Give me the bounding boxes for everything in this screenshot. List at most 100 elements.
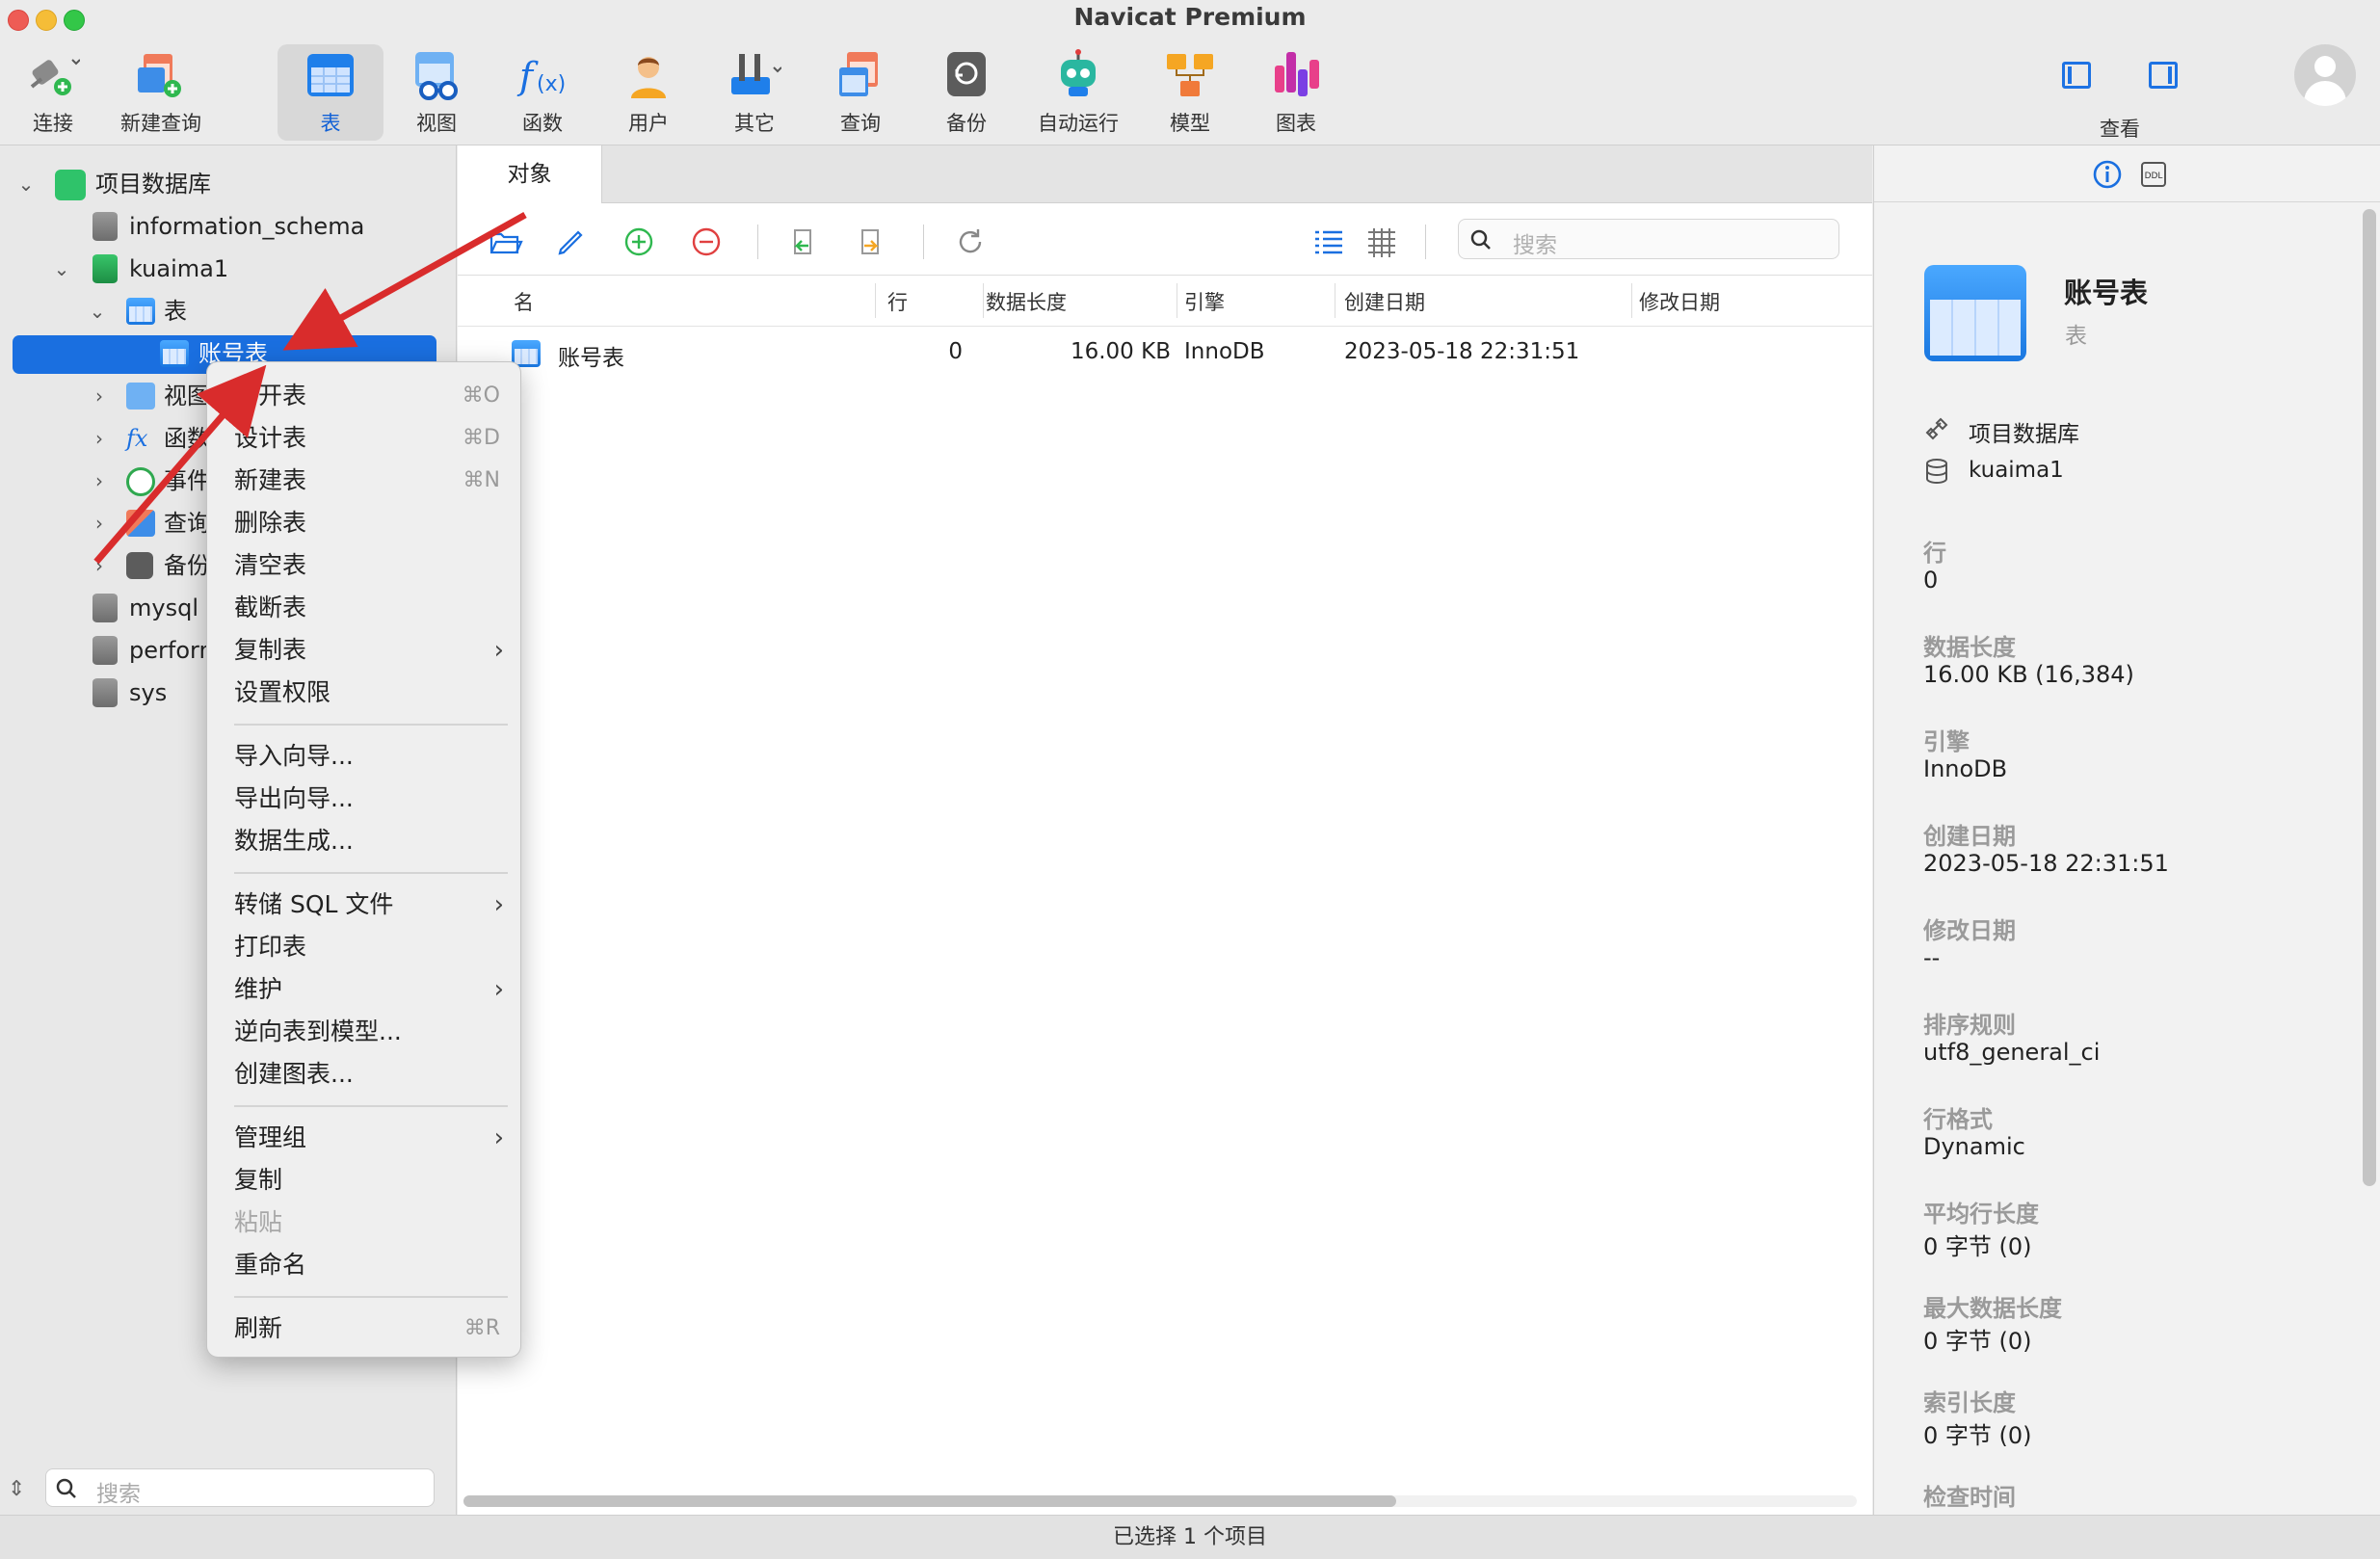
menu-label: 设置权限 xyxy=(234,678,331,706)
menu-set-permissions[interactable]: 设置权限 xyxy=(234,674,504,712)
tree-label: 表 xyxy=(164,298,187,325)
account-avatar[interactable] xyxy=(2294,44,2356,106)
vertical-scrollbar[interactable] xyxy=(2363,209,2376,1186)
tables-button[interactable]: 表 xyxy=(278,44,383,141)
col-header-data-length[interactable]: 数据长度 xyxy=(986,287,1067,316)
menu-reverse-to-model[interactable]: 逆向表到模型... xyxy=(234,1013,504,1051)
menu-new-table[interactable]: 新建表 ⌘N xyxy=(234,462,504,500)
menu-open-table[interactable]: 打开表 ⌘O xyxy=(234,377,504,415)
menu-design-table[interactable]: 设计表 ⌘D xyxy=(234,419,504,458)
column-divider[interactable] xyxy=(983,283,984,318)
connect-button[interactable]: 连接 xyxy=(0,44,106,141)
edit-pencil-icon[interactable] xyxy=(554,225,589,259)
toggle-sidebar-button[interactable] xyxy=(2062,62,2091,89)
menu-separator xyxy=(234,724,508,726)
chevron-right-icon[interactable]: › xyxy=(90,504,109,542)
info-title: 账号表 xyxy=(2064,277,2149,309)
filter-toggle-icon[interactable]: ⇕ xyxy=(8,1477,25,1501)
views-button[interactable]: 视图 xyxy=(383,44,489,141)
chevron-down-icon[interactable]: ⌄ xyxy=(16,165,36,203)
column-divider[interactable] xyxy=(1631,283,1632,318)
menu-paste: 粘贴 xyxy=(234,1203,504,1242)
import-icon[interactable] xyxy=(785,225,820,259)
grid-view-icon[interactable] xyxy=(1364,225,1399,259)
open-folder-icon[interactable] xyxy=(489,225,523,259)
menu-rename[interactable]: 重命名 xyxy=(234,1246,504,1284)
scrollbar-thumb[interactable] xyxy=(463,1495,1396,1507)
users-button[interactable]: 用户 xyxy=(595,44,701,141)
export-icon[interactable] xyxy=(853,225,887,259)
horizontal-scrollbar[interactable] xyxy=(463,1495,1857,1507)
model-button[interactable]: 模型 xyxy=(1137,44,1243,141)
functions-button[interactable]: f (x) 函数 xyxy=(489,44,595,141)
tree-label: sys xyxy=(129,679,168,706)
prop-value-created: 2023-05-18 22:31:51 xyxy=(1923,850,2169,877)
col-header-created[interactable]: 创建日期 xyxy=(1344,287,1425,316)
menu-label: 清空表 xyxy=(234,551,307,579)
view-icon xyxy=(126,383,155,410)
objects-search-placeholder: 搜索 xyxy=(1513,233,1557,258)
menu-empty-table[interactable]: 清空表 xyxy=(234,546,504,585)
menu-manage-group[interactable]: 管理组 › xyxy=(234,1119,504,1157)
backup-button[interactable]: 备份 xyxy=(913,44,1019,141)
chevron-right-icon[interactable]: › xyxy=(90,546,109,585)
menu-truncate-table[interactable]: 截断表 xyxy=(234,589,504,627)
toggle-info-panel-button[interactable] xyxy=(2149,62,2178,89)
queries-button[interactable]: 查询 xyxy=(807,44,913,141)
tab-objects[interactable]: 对象 xyxy=(458,145,602,204)
menu-create-chart[interactable]: 创建图表... xyxy=(234,1055,504,1094)
clock-icon xyxy=(126,467,155,496)
prop-value-rows: 0 xyxy=(1923,567,1939,594)
add-circle-icon[interactable] xyxy=(621,225,656,259)
others-button[interactable]: 其它 xyxy=(701,44,807,141)
new-query-button[interactable]: 新建查询 xyxy=(107,44,215,141)
automation-button[interactable]: 自动运行 xyxy=(1019,44,1137,141)
objects-search-input[interactable]: 搜索 xyxy=(1458,219,1839,259)
menu-refresh[interactable]: 刷新 ⌘R xyxy=(234,1309,504,1348)
menu-import-wizard[interactable]: 导入向导... xyxy=(234,737,504,776)
menu-export-wizard[interactable]: 导出向导... xyxy=(234,780,504,818)
chevron-down-icon[interactable]: ⌄ xyxy=(88,292,107,330)
prop-label-collation: 排序规则 xyxy=(1923,1012,2016,1039)
refresh-icon[interactable] xyxy=(953,225,988,259)
prop-value-row-format: Dynamic xyxy=(1923,1133,2025,1160)
ddl-icon[interactable]: DDL xyxy=(2138,159,2169,190)
chevron-down-icon[interactable]: ⌄ xyxy=(52,250,71,288)
menu-label: 转储 SQL 文件 xyxy=(234,890,394,918)
menu-dump-sql[interactable]: 转储 SQL 文件 › xyxy=(234,885,504,924)
col-header-modified[interactable]: 修改日期 xyxy=(1639,287,1720,316)
col-header-engine[interactable]: 引擎 xyxy=(1184,287,1225,316)
column-divider[interactable] xyxy=(875,283,876,318)
tree-db-kuaima1[interactable]: ⌄ kuaima1 xyxy=(0,250,453,288)
views-label: 视图 xyxy=(416,112,457,135)
menu-copy[interactable]: 复制 xyxy=(234,1161,504,1200)
menu-delete-table[interactable]: 删除表 xyxy=(234,504,504,542)
chevron-right-icon[interactable]: › xyxy=(90,377,109,415)
table-icon xyxy=(126,298,155,325)
user-icon xyxy=(631,57,666,98)
charts-button[interactable]: 图表 xyxy=(1243,44,1349,141)
sidebar-search-input[interactable]: 搜索 xyxy=(45,1468,435,1507)
tree-tables-group[interactable]: ⌄ 表 xyxy=(0,292,453,330)
remove-circle-icon[interactable] xyxy=(689,225,724,259)
chevron-right-icon: › xyxy=(493,890,504,919)
connection-icon xyxy=(55,170,86,200)
chevron-right-icon[interactable]: › xyxy=(90,419,109,458)
chevron-right-icon[interactable]: › xyxy=(90,462,109,500)
tools-icon xyxy=(731,54,781,94)
tab-bar: 对象 xyxy=(458,145,1872,204)
query-icon xyxy=(839,52,878,96)
info-icon[interactable] xyxy=(2092,159,2123,190)
menu-data-generation[interactable]: 数据生成... xyxy=(234,822,504,860)
list-view-icon[interactable] xyxy=(1311,225,1346,259)
menu-duplicate-table[interactable]: 复制表 › xyxy=(234,631,504,670)
tree-db-information-schema[interactable]: information_schema xyxy=(0,207,453,246)
col-header-rows[interactable]: 行 xyxy=(887,287,908,316)
new-query-icon xyxy=(138,54,181,97)
tree-connection[interactable]: ⌄ 项目数据库 xyxy=(0,165,453,203)
menu-maintain[interactable]: 维护 › xyxy=(234,970,504,1009)
col-header-name[interactable]: 名 xyxy=(514,287,534,316)
menu-label: 导入向导... xyxy=(234,742,354,770)
menu-print-table[interactable]: 打印表 xyxy=(234,928,504,966)
menu-shortcut: ⌘D xyxy=(463,426,500,450)
